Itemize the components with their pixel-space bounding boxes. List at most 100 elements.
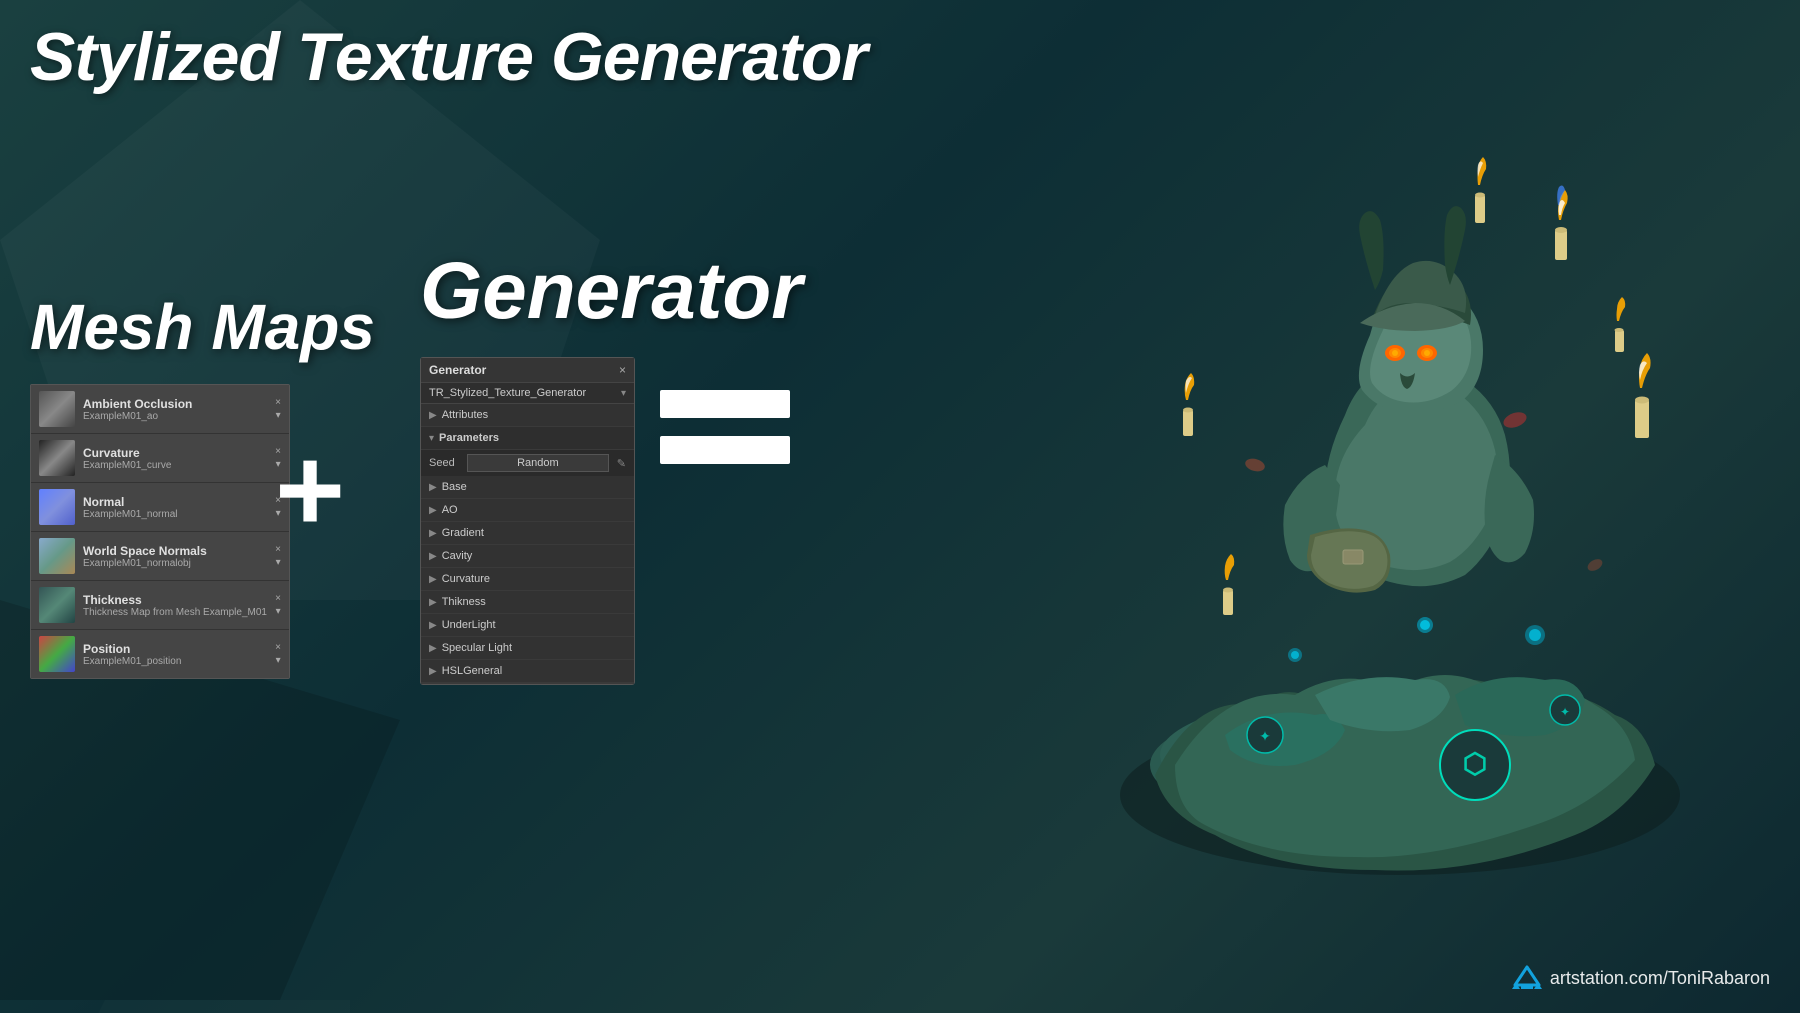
subsection-header[interactable]: ▶ Thikness [421,591,634,613]
attributes-header[interactable]: ▶ Attributes [421,404,634,426]
generator-sub-section: ▶ Thikness [421,591,634,614]
map-controls: × ▾ [275,593,281,617]
svg-text:✦: ✦ [1560,705,1570,719]
generator-panel: Generator × TR_Stylized_Texture_Generato… [420,357,635,685]
map-name: World Space Normals [83,544,267,558]
generator-subsections: ▶ Base ▶ AO ▶ Gradient ▶ Cavity ▶ Curvat… [421,476,634,683]
subsection-chevron-icon: ▶ [429,505,437,516]
map-name: Ambient Occlusion [83,397,267,411]
map-chevron-icon: ▾ [276,410,281,421]
subsection-header[interactable]: ▶ Base [421,476,634,498]
map-file: ExampleM01_normal [83,509,267,520]
mesh-map-item[interactable]: Ambient Occlusion ExampleM01_ao × ▾ [31,385,289,434]
subsection-header[interactable]: ▶ AO [421,499,634,521]
map-info: Ambient Occlusion ExampleM01_ao [83,397,267,422]
attributes-section: ▶ Attributes [421,404,634,427]
subsection-header[interactable]: ▶ Cavity [421,545,634,567]
generator-title: Generator [420,245,802,337]
map-thumbnail [39,636,75,672]
seed-edit-icon[interactable]: ✎ [617,457,626,470]
map-info: Curvature ExampleM01_curve [83,446,267,471]
mesh-maps-panel: Ambient Occlusion ExampleM01_ao × ▾ Curv… [30,384,290,679]
subsection-label: Cavity [442,550,473,562]
map-thumbnail [39,391,75,427]
parameters-header[interactable]: ▾ Parameters [421,427,634,450]
generator-sub-section: ▶ Curvature [421,568,634,591]
seed-value[interactable]: Random [467,454,609,472]
mesh-map-item[interactable]: World Space Normals ExampleM01_normalobj… [31,532,289,581]
mesh-map-item[interactable]: Thickness Thickness Map from Mesh Exampl… [31,581,289,630]
generator-panel-header: Generator × [421,358,634,383]
map-file: ExampleM01_position [83,656,267,667]
seed-label: Seed [429,457,459,469]
map-name: Position [83,642,267,656]
map-chevron-icon: ▾ [276,557,281,568]
svg-text:✦: ✦ [1259,728,1271,744]
character-preview: ⬡ ✦ ✦ [1050,80,1750,930]
subsection-chevron-icon: ▶ [429,528,437,539]
equals-bar-top [660,390,790,418]
subsection-header[interactable]: ▶ Curvature [421,568,634,590]
page-title: Stylized Texture Generator [30,18,867,96]
map-name: Curvature [83,446,267,460]
mesh-map-item[interactable]: Normal ExampleM01_normal × ▾ [31,483,289,532]
artstation-logo-icon [1512,963,1542,993]
equals-operator [660,390,790,482]
map-name: Normal [83,495,267,509]
subsection-header[interactable]: ▶ UnderLight [421,614,634,636]
generator-sub-section: ▶ HSLGeneral [421,660,634,683]
map-file: ExampleM01_curve [83,460,267,471]
generator-sub-section: ▶ UnderLight [421,614,634,637]
map-file: ExampleM01_normalobj [83,558,267,569]
mesh-map-item[interactable]: Curvature ExampleM01_curve × ▾ [31,434,289,483]
map-controls: × ▾ [275,642,281,666]
map-name: Thickness [83,593,267,607]
subsection-label: Thikness [442,596,486,608]
equals-bar-bottom [660,436,790,464]
map-thumbnail [39,587,75,623]
plus-operator: + [275,430,345,550]
map-close-button[interactable]: × [275,397,281,408]
subsection-header[interactable]: ▶ Gradient [421,522,634,544]
generator-sub-section: ▶ Base [421,476,634,499]
map-thumbnail [39,538,75,574]
parameters-chevron-icon: ▾ [429,433,434,444]
map-info: Position ExampleM01_position [83,642,267,667]
subsection-label: Curvature [442,573,490,585]
seed-row: Seed Random ✎ [421,450,634,476]
map-info: Thickness Thickness Map from Mesh Exampl… [83,593,267,618]
subsection-chevron-icon: ▶ [429,620,437,631]
artstation-url: artstation.com/ToniRabaron [1550,968,1770,989]
subsection-label: Specular Light [442,642,512,654]
bg-decoration-3 [0,1000,350,1013]
subsection-header[interactable]: ▶ Specular Light [421,637,634,659]
generator-subtitle: TR_Stylized_Texture_Generator [429,387,586,399]
subsection-chevron-icon: ▶ [429,574,437,585]
generator-sub-section: ▶ Cavity [421,545,634,568]
generator-subheader: TR_Stylized_Texture_Generator ▾ [421,383,634,404]
generator-sub-section: ▶ AO [421,499,634,522]
generator-sub-section: ▶ Gradient [421,522,634,545]
character-svg: ⬡ ✦ ✦ [1075,115,1725,895]
close-button[interactable]: × [619,363,626,377]
subtitle-chevron-icon: ▾ [621,388,626,399]
map-info: World Space Normals ExampleM01_normalobj [83,544,267,569]
subsection-label: AO [442,504,458,516]
map-thumbnail [39,440,75,476]
subsection-chevron-icon: ▶ [429,666,437,677]
map-chevron-icon: ▾ [276,655,281,666]
attributes-label: Attributes [442,409,488,421]
mesh-map-item[interactable]: Position ExampleM01_position × ▾ [31,630,289,678]
map-close-button[interactable]: × [275,593,281,604]
subsection-header[interactable]: ▶ HSLGeneral [421,660,634,682]
generator-panel-title: Generator [429,363,486,377]
mesh-maps-title: Mesh Maps [30,290,375,364]
map-file: Thickness Map from Mesh Example_M01 [83,607,267,618]
subsection-chevron-icon: ▶ [429,551,437,562]
map-chevron-icon: ▾ [276,606,281,617]
svg-text:⬡: ⬡ [1463,748,1487,779]
map-close-button[interactable]: × [275,642,281,653]
map-controls: × ▾ [275,397,281,421]
generator-sub-section: ▶ Specular Light [421,637,634,660]
subsection-chevron-icon: ▶ [429,643,437,654]
